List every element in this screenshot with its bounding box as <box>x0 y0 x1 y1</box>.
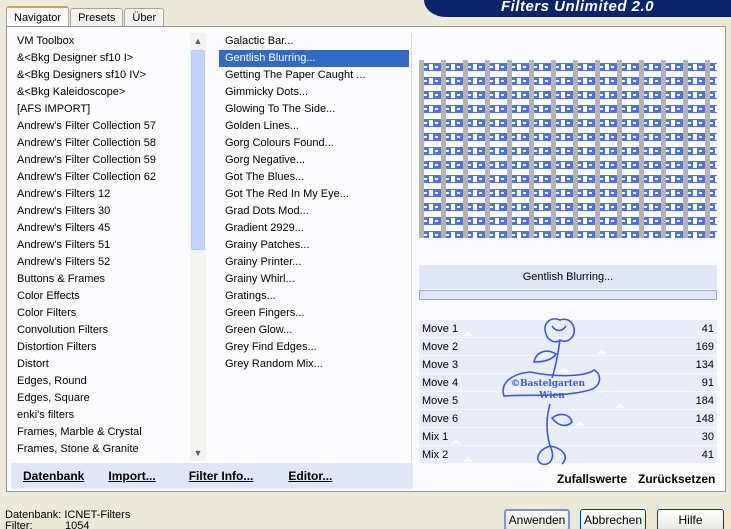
slider-thumb-icon[interactable] <box>463 457 473 462</box>
editor-button[interactable]: Editor... <box>288 469 332 483</box>
scroll-thumb[interactable] <box>191 50 205 250</box>
category-item[interactable]: Andrew's Filter Collection 58 <box>11 135 191 152</box>
category-item[interactable]: &<Bkg Designer sf10 I> <box>11 50 191 67</box>
category-item[interactable]: Andrew's Filter Collection 57 <box>11 118 191 135</box>
tab-presets[interactable]: Presets <box>70 8 124 26</box>
parameter-name: Move 6 <box>422 413 459 425</box>
filter-item[interactable]: Golden Lines... <box>219 118 409 135</box>
parameter-name: Move 4 <box>422 377 459 389</box>
parameter-value: 41 <box>701 323 714 335</box>
slider-thumb-icon[interactable] <box>451 439 461 444</box>
filter-item[interactable]: Gimmicky Dots... <box>219 84 409 101</box>
scroll-up-arrow-icon[interactable]: ▲ <box>190 33 206 49</box>
category-item[interactable]: &<Bkg Kaleidoscope> <box>11 84 191 101</box>
filter-item[interactable]: Galactic Bar... <box>219 33 409 50</box>
slider-thumb-icon[interactable] <box>463 331 473 336</box>
category-item[interactable]: Andrew's Filters 12 <box>11 186 191 203</box>
parameter-value: 148 <box>695 413 714 425</box>
filter-list[interactable]: Galactic Bar... Gentlish Blurring... Getti… <box>219 33 409 373</box>
filter-item[interactable]: Got The Blues... <box>219 169 409 186</box>
filter-item[interactable]: Grainy Printer... <box>219 254 409 271</box>
divider <box>411 33 412 461</box>
scroll-down-arrow-icon[interactable]: ▼ <box>190 445 206 461</box>
selected-filter-label: Gentlish Blurring... <box>522 271 614 283</box>
parameter-value: 169 <box>695 341 714 353</box>
category-item[interactable]: Color Filters <box>11 305 191 322</box>
parameter-name: Move 3 <box>422 359 459 371</box>
category-item[interactable]: Andrew's Filters 52 <box>11 254 191 271</box>
filter-item[interactable]: Grey Random Mix... <box>219 356 409 373</box>
selected-filter-name: Gentlish Blurring... <box>419 265 717 289</box>
watermark-text-line2: Wien <box>538 391 565 401</box>
parameter-name: Move 1 <box>422 323 459 335</box>
filter-item[interactable]: Gratings... <box>219 288 409 305</box>
import-button[interactable]: Import... <box>108 469 155 483</box>
filter-item[interactable]: Getting The Paper Caught ... <box>219 67 409 84</box>
app-title-banner: Filters Unlimited 2.0 <box>424 0 731 17</box>
filter-item[interactable]: Gradient 2929... <box>219 220 409 237</box>
category-item[interactable]: Distortion Filters <box>11 339 191 356</box>
progress-bar <box>419 290 717 300</box>
parameter-value: 41 <box>701 449 714 461</box>
category-scrollbar[interactable]: ▲ ▼ <box>190 33 206 461</box>
filter-item[interactable]: Gorg Negative... <box>219 152 409 169</box>
category-item[interactable]: enki's filters <box>11 407 191 424</box>
parameter-value: 184 <box>695 395 714 407</box>
filter-preview <box>419 60 717 238</box>
parameter-value: 30 <box>701 431 714 443</box>
parameter-name: Move 2 <box>422 341 459 353</box>
filter-item[interactable]: Green Glow... <box>219 322 409 339</box>
help-button[interactable]: Hilfe <box>657 509 724 529</box>
category-item[interactable]: Buttons & Frames <box>11 271 191 288</box>
category-item[interactable]: [AFS IMPORT] <box>11 101 191 118</box>
filter-count-value: 1054 <box>65 520 90 529</box>
filter-item[interactable]: Grad Dots Mod... <box>219 203 409 220</box>
category-item[interactable]: Edges, Round <box>11 373 191 390</box>
parameter-name: Move 5 <box>422 395 459 407</box>
slider-thumb-icon[interactable] <box>615 403 625 408</box>
category-item[interactable]: Distort <box>11 356 191 373</box>
watermark-logo: ©Bastelgarten Wien <box>502 318 601 466</box>
category-item[interactable]: VM Toolbox <box>11 33 191 50</box>
category-item[interactable]: Andrew's Filter Collection 62 <box>11 169 191 186</box>
category-item[interactable]: Andrew's Filters 51 <box>11 237 191 254</box>
filter-count-label: Filter: <box>5 520 33 529</box>
filter-item[interactable]: Grainy Patches... <box>219 237 409 254</box>
cancel-button[interactable]: Abbrechen <box>580 509 646 529</box>
filter-item[interactable]: Gorg Colours Found... <box>219 135 409 152</box>
filter-info-button[interactable]: Filter Info... <box>189 469 254 483</box>
reset-button[interactable]: Zurücksetzen <box>638 472 715 486</box>
category-item[interactable]: &<Bkg Designers sf10 IV> <box>11 67 191 84</box>
list-button-bar: Datenbank Import... Filter Info... Edito… <box>11 463 413 489</box>
filter-item[interactable]: Green Fingers... <box>219 305 409 322</box>
parameter-name: Mix 2 <box>422 449 449 461</box>
category-item[interactable]: Convolution Filters <box>11 322 191 339</box>
filter-item[interactable]: Got The Red In My Eye... <box>219 186 409 203</box>
parameter-value: 91 <box>701 377 714 389</box>
category-list[interactable]: VM Toolbox &<Bkg Designer sf10 I> &<Bkg De… <box>11 33 191 458</box>
app-title: Filters Unlimited 2.0 <box>500 0 655 15</box>
watermark-text-line1: ©Bastelgarten <box>511 379 586 389</box>
filter-item[interactable]: Gentlish Blurring... <box>219 50 409 67</box>
filter-item[interactable]: Grainy Whirl... <box>219 271 409 288</box>
filter-item[interactable]: Glowing To The Side... <box>219 101 409 118</box>
category-item[interactable]: Andrew's Filter Collection 59 <box>11 152 191 169</box>
category-item[interactable]: Color Effects <box>11 288 191 305</box>
category-item[interactable]: Edges, Square <box>11 390 191 407</box>
parameter-name: Mix 1 <box>422 431 449 443</box>
parameter-value: 134 <box>695 359 714 371</box>
random-values-button[interactable]: Zufallswerte <box>557 472 627 486</box>
tab-navigator[interactable]: Navigator <box>6 6 70 27</box>
datenbank-button[interactable]: Datenbank <box>23 469 84 483</box>
category-item[interactable]: Andrew's Filters 30 <box>11 203 191 220</box>
tab-uber[interactable]: Über <box>124 8 165 26</box>
category-item[interactable]: Frames, Stone & Granite <box>11 441 191 458</box>
apply-button[interactable]: Anwenden <box>504 509 570 529</box>
category-item[interactable]: Andrew's Filters 45 <box>11 220 191 237</box>
filter-item[interactable]: Grey Find Edges... <box>219 339 409 356</box>
category-item[interactable]: Frames, Marble & Crystal <box>11 424 191 441</box>
tab-strip: Navigator Presets Über <box>6 6 165 27</box>
